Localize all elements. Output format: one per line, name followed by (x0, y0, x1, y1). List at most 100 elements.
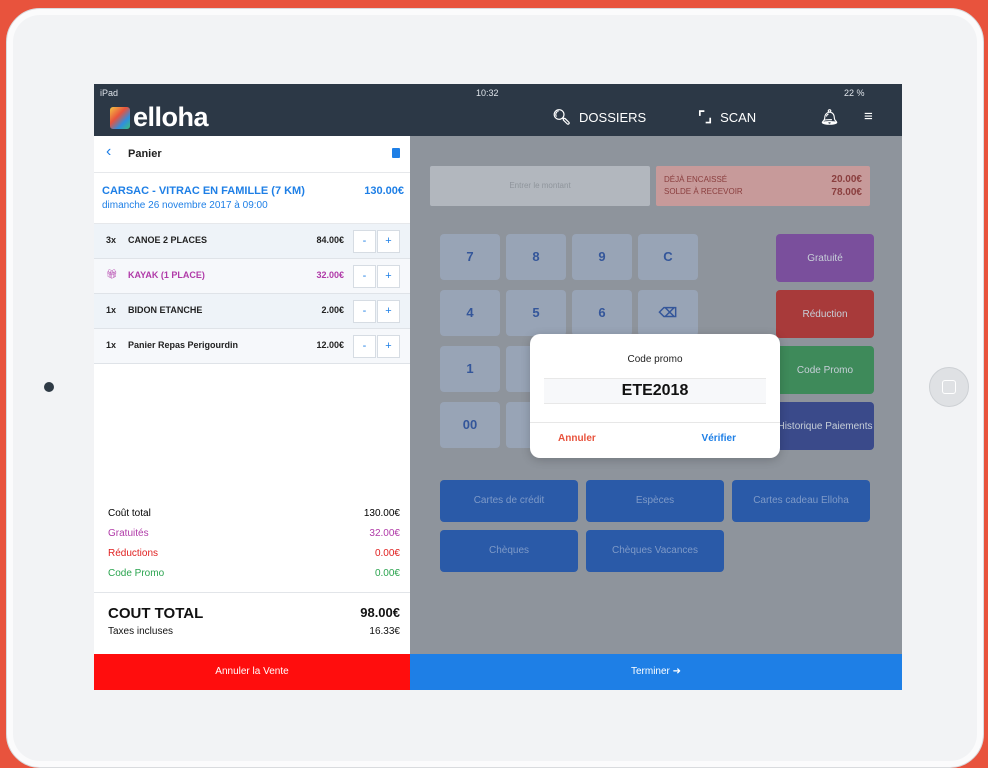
gratuites-label: Gratuités (108, 528, 149, 539)
event-date: dimanche 26 novembre 2017 à 09:00 (102, 200, 268, 211)
decrement-button[interactable]: - (353, 265, 376, 288)
gratuites-value: 32.00€ (369, 528, 400, 539)
promo-code-input[interactable]: ETE2018 (544, 378, 766, 404)
back-chevron-icon[interactable]: ‹ (106, 143, 111, 161)
gift-icon: 🎁︎ (106, 269, 118, 279)
key-00[interactable]: 00 (440, 402, 500, 448)
scan-icon: ⌜⌟ (698, 109, 713, 126)
event-row[interactable]: CARSAC - VITRAC EN FAMILLE (7 KM) dimanc… (94, 173, 410, 224)
hamburger-menu-icon: ≡ (864, 108, 873, 125)
increment-button[interactable]: + (377, 230, 400, 253)
totals-section: Coût total 130.00€ Gratuités 32.00€ Rédu… (94, 504, 410, 647)
reduction-button[interactable]: Réduction (776, 290, 874, 338)
battery-text: 22 % (844, 88, 865, 98)
total-row: Coût total 130.00€ (94, 504, 410, 524)
device-label: iPad (100, 88, 119, 98)
finish-button[interactable]: Terminer ➜ (410, 654, 902, 690)
key-1[interactable]: 1 (440, 346, 500, 392)
cart-line[interactable]: 🎁︎ KAYAK (1 PLACE) 32.00€ - + (94, 259, 410, 294)
backspace-key-icon[interactable]: ⌫ (638, 290, 698, 336)
line-qty: 1x (106, 305, 117, 315)
camera-icon (44, 382, 54, 392)
reductions-value: 0.00€ (374, 548, 400, 559)
code-promo-value: 0.00€ (374, 568, 400, 579)
line-price: 84.00€ (316, 235, 344, 245)
line-name: Panier Repas Perigourdin (128, 340, 239, 350)
code-promo-button[interactable]: Code Promo (776, 346, 874, 394)
key-8[interactable]: 8 (506, 234, 566, 280)
due-value: 78.00€ (831, 187, 862, 198)
key-9[interactable]: 9 (572, 234, 632, 280)
gift-card-button[interactable]: Cartes cadeau Elloha (732, 480, 870, 522)
taxes-label: Taxes incluses (108, 626, 174, 637)
search-icon: 🔍︎ (552, 109, 572, 126)
increment-button[interactable]: + (377, 335, 400, 358)
event-price: 130.00€ (364, 185, 404, 197)
dossiers-button[interactable]: 🔍︎ DOSSIERS (552, 108, 646, 126)
elloha-logo-icon (110, 107, 130, 129)
dialog-cancel-button[interactable]: Annuler (558, 433, 596, 444)
event-name: CARSAC - VITRAC EN FAMILLE (7 KM) (102, 185, 305, 197)
key-5[interactable]: 5 (506, 290, 566, 336)
key-6[interactable]: 6 (572, 290, 632, 336)
code-promo-row: Code Promo 0.00€ (94, 564, 410, 584)
cheques-button[interactable]: Chèques (440, 530, 578, 572)
increment-button[interactable]: + (377, 265, 400, 288)
reductions-row: Réductions 0.00€ (94, 544, 410, 564)
credit-card-button[interactable]: Cartes de crédit (440, 480, 578, 522)
dialog-divider (530, 422, 780, 423)
total-label: Coût total (108, 508, 151, 519)
cart-line[interactable]: 1x BIDON ETANCHE 2.00€ - + (94, 294, 410, 329)
scan-label: SCAN (720, 109, 757, 125)
historique-paiements-button[interactable]: Historique Paiements (776, 402, 874, 450)
clock: 10:32 (476, 88, 499, 98)
grand-total: COUT TOTAL 98.00€ Taxes incluses 16.33€ (94, 592, 410, 647)
code-promo-label: Code Promo (108, 568, 165, 579)
key-clear[interactable]: C (638, 234, 698, 280)
cart-panel: ‹ Panier CARSAC - VITRAC EN FAMILLE (7 K… (94, 136, 410, 654)
amount-input[interactable]: Entrer le montant (430, 166, 650, 206)
paid-label: DÉJÀ ENCAISSÉ (664, 175, 728, 184)
line-qty: 1x (106, 340, 117, 350)
bell-icon: 🔔︎ (820, 109, 840, 126)
cart-title: Panier (128, 148, 162, 160)
decrement-button[interactable]: - (353, 335, 376, 358)
brand-name: elloha (133, 102, 209, 132)
cash-button[interactable]: Espèces (586, 480, 724, 522)
cancel-sale-button[interactable]: Annuler la Vente (94, 654, 410, 690)
line-name: BIDON ETANCHE (128, 305, 203, 315)
bottom-actions: Annuler la Vente Terminer ➜ (94, 654, 902, 690)
increment-button[interactable]: + (377, 300, 400, 323)
menu-button[interactable]: ≡ (864, 108, 873, 125)
line-name: CANOE 2 PLACES (128, 235, 208, 245)
promo-code-dialog: Code promo ETE2018 Annuler Vérifier (530, 334, 780, 458)
cart-line[interactable]: 1x Panier Repas Perigourdin 12.00€ - + (94, 329, 410, 364)
decrement-button[interactable]: - (353, 230, 376, 253)
total-value: 130.00€ (363, 508, 400, 519)
dialog-verify-button[interactable]: Vérifier (702, 433, 736, 444)
line-name: KAYAK (1 PLACE) (128, 270, 205, 280)
scan-button[interactable]: ⌜⌟ SCAN (698, 108, 756, 126)
balance-box: DÉJÀ ENCAISSÉ SOLDE À RECEVOIR 20.00€ 78… (656, 166, 870, 206)
cart-line[interactable]: 3x CANOE 2 PLACES 84.00€ - + (94, 224, 410, 259)
reductions-label: Réductions (108, 548, 159, 559)
top-bar: iPad 10:32 22 % elloha 🔍︎ DOSSIERS ⌜⌟ SC… (94, 84, 902, 136)
brand-logo[interactable]: elloha (110, 102, 209, 133)
home-button[interactable] (929, 367, 969, 407)
line-price: 12.00€ (316, 340, 344, 350)
due-label: SOLDE À RECEVOIR (664, 187, 743, 196)
grand-total-label: COUT TOTAL (108, 605, 204, 622)
key-7[interactable]: 7 (440, 234, 500, 280)
trash-icon[interactable] (392, 148, 400, 158)
notifications-button[interactable]: 🔔︎ (820, 108, 839, 126)
gratuite-button[interactable]: Gratuité (776, 234, 874, 282)
decrement-button[interactable]: - (353, 300, 376, 323)
grand-total-value: 98.00€ (360, 605, 400, 620)
line-qty: 3x (106, 235, 117, 245)
line-price: 2.00€ (321, 305, 344, 315)
app-screen: iPad 10:32 22 % elloha 🔍︎ DOSSIERS ⌜⌟ SC… (94, 84, 902, 690)
cheques-vacances-button[interactable]: Chèques Vacances (586, 530, 724, 572)
key-4[interactable]: 4 (440, 290, 500, 336)
line-price: 32.00€ (316, 270, 344, 280)
gratuites-row: Gratuités 32.00€ (94, 524, 410, 544)
